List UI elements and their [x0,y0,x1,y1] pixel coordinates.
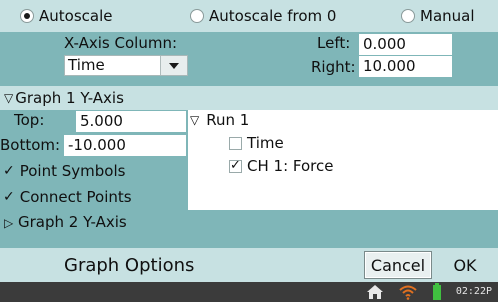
tree-item-label: CH 1: Force [247,157,334,175]
left-field[interactable]: 0.000 [359,34,452,55]
graph1-y-axis-header[interactable]: ▽ Graph 1 Y-Axis [0,86,498,110]
autoscale-from-0-label: Autoscale from 0 [209,7,337,25]
bottom-value: -10.000 [68,136,126,154]
scale-mode-radio-group: Autoscale Autoscale from 0 Manual [0,0,498,32]
tree-item-ch1-force[interactable]: ✓ CH 1: Force [229,157,333,175]
x-axis-column-value: Time [68,56,105,74]
connect-points-checkbox[interactable]: ✓ Connect Points [3,188,132,206]
clock: 02:22P [455,286,492,297]
checkmark-icon: ✓ [3,163,15,179]
top-label: Top: [14,111,45,129]
status-bar: 02:22P [0,282,498,302]
tree-item-label: Time [247,134,284,152]
point-symbols-checkbox[interactable]: ✓ Point Symbols [3,162,125,180]
left-value: 0.000 [363,35,406,53]
tree-item-time[interactable]: Time [229,134,284,152]
bottom-field[interactable]: -10.000 [64,135,186,156]
right-field[interactable]: 10.000 [359,56,452,77]
graph2-y-axis-header[interactable]: ▷ Graph 2 Y-Axis [0,210,498,234]
data-column-tree: ▽ Run 1 Time ✓ CH 1: Force [188,110,498,210]
autoscale-label: Autoscale [39,7,113,25]
graph2-header-label: Graph 2 Y-Axis [18,213,127,231]
connect-points-label: Connect Points [19,188,132,206]
autoscale-from-0-radio[interactable]: Autoscale from 0 [190,7,336,25]
manual-label: Manual [420,7,475,25]
right-label: Right: [311,58,356,76]
x-axis-column-select[interactable]: Time [64,55,188,76]
home-icon [367,285,383,299]
top-value: 5.000 [80,112,123,130]
checkbox-checked-icon[interactable]: ✓ [229,157,242,173]
radio-selected-icon [20,9,34,23]
expanded-triangle-icon: ▽ [190,113,200,127]
radio-unselected-icon [401,9,415,23]
x-axis-settings: X-Axis Column: Time Left: 0.000 Right: 1… [0,32,498,86]
right-value: 10.000 [363,57,416,75]
dialog-title: Graph Options [64,255,195,276]
graph2-row: ▷ Graph 2 Y-Axis [4,213,127,231]
wifi-icon [399,285,417,300]
run-label: Run 1 [206,111,250,129]
graph1-header-label: Graph 1 Y-Axis [15,89,124,107]
collapsed-triangle-icon: ▷ [4,216,14,230]
expanded-triangle-icon: ▽ [4,91,14,105]
radio-unselected-icon [190,9,204,23]
tree-run-1[interactable]: ▽ Run 1 [190,111,249,129]
ok-button[interactable]: OK [437,251,493,279]
checkbox-unchecked-icon[interactable] [229,136,242,150]
top-field[interactable]: 5.000 [76,111,186,132]
manual-radio[interactable]: Manual [401,7,475,25]
checkmark-icon: ✓ [230,157,241,173]
autoscale-radio[interactable]: Autoscale [20,7,112,25]
left-label: Left: [317,34,351,52]
checkmark-icon: ✓ [3,189,15,205]
dialog-footer: Graph Options Cancel OK [0,248,498,282]
bottom-label: Bottom: [0,136,61,154]
battery-icon [433,283,441,300]
point-symbols-label: Point Symbols [19,162,126,180]
cancel-button[interactable]: Cancel [364,251,432,279]
x-axis-column-label: X-Axis Column: [64,34,177,52]
chevron-down-icon[interactable] [160,56,187,75]
